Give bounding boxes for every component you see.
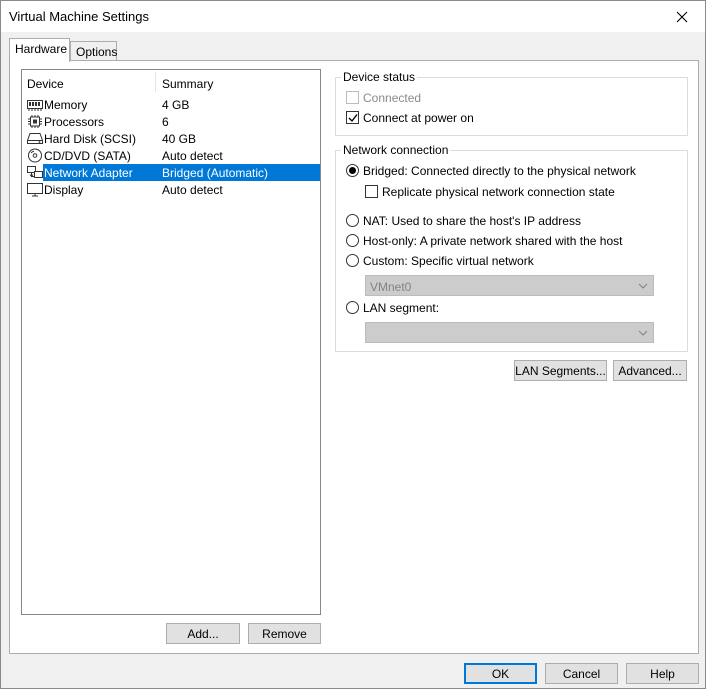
- replicate-checkbox[interactable]: [365, 185, 378, 198]
- device-summary: Auto detect: [162, 183, 223, 197]
- device-row-cd-dvd[interactable]: CD/DVD (SATA) Auto detect: [27, 147, 320, 164]
- device-summary: 4 GB: [162, 98, 190, 112]
- hard-disk-icon: [27, 133, 43, 144]
- cancel-button[interactable]: Cancel: [545, 663, 618, 684]
- title-bar: Virtual Machine Settings: [1, 1, 705, 32]
- connect-at-power-on-checkbox[interactable]: [346, 111, 359, 124]
- device-name: Display: [44, 183, 84, 197]
- device-name: Processors: [44, 115, 105, 129]
- lan-segment-label: LAN segment:: [363, 301, 440, 315]
- radio-selected-dot: [349, 167, 356, 174]
- device-summary: 6: [162, 115, 169, 129]
- network-connection-legend: Network connection: [341, 143, 451, 157]
- lan-segment-select[interactable]: [365, 322, 654, 343]
- device-name: CD/DVD (SATA): [44, 149, 131, 163]
- lan-segments-button[interactable]: LAN Segments...: [514, 360, 607, 381]
- tab-hardware-label: Hardware: [15, 42, 68, 56]
- device-name: Network Adapter: [44, 166, 133, 180]
- checkmark-icon: [348, 114, 358, 123]
- help-button[interactable]: Help: [626, 663, 699, 684]
- device-name: Memory: [44, 98, 88, 112]
- processor-icon: [28, 115, 42, 128]
- host-only-label: Host-only: A private network shared with…: [363, 234, 623, 248]
- column-header-device[interactable]: Device: [27, 77, 64, 91]
- device-row-network-adapter[interactable]: Network Adapter Bridged (Automatic): [27, 164, 320, 181]
- replicate-label: Replicate physical network connection st…: [382, 185, 615, 199]
- add-device-button[interactable]: Add...: [166, 623, 240, 644]
- bridged-radio[interactable]: [346, 164, 359, 177]
- remove-device-button[interactable]: Remove: [248, 623, 321, 644]
- connected-checkbox[interactable]: [346, 91, 359, 104]
- device-status-legend: Device status: [341, 70, 418, 84]
- tab-options[interactable]: Options: [70, 41, 117, 62]
- host-only-radio[interactable]: [346, 234, 359, 247]
- nat-radio[interactable]: [346, 214, 359, 227]
- cd-dvd-icon: [28, 148, 42, 163]
- close-button[interactable]: [659, 1, 705, 32]
- custom-network-value: VMnet0: [370, 280, 412, 294]
- close-icon: [676, 11, 688, 22]
- device-row-hard-disk[interactable]: Hard Disk (SCSI) 40 GB: [27, 130, 320, 147]
- memory-icon: [27, 100, 43, 111]
- connect-at-power-on-label: Connect at power on: [363, 111, 474, 125]
- bridged-label: Bridged: Connected directly to the physi…: [363, 164, 636, 178]
- device-summary: Auto detect: [162, 149, 223, 163]
- custom-network-select[interactable]: VMnet0: [365, 275, 654, 296]
- network-connection-group: Network connection Bridged: Connected di…: [335, 143, 688, 352]
- lan-segment-radio[interactable]: [346, 301, 359, 314]
- ok-button[interactable]: OK: [464, 663, 537, 684]
- network-adapter-icon: [27, 166, 43, 178]
- window-title: Virtual Machine Settings: [9, 9, 149, 24]
- tab-hardware[interactable]: Hardware: [9, 38, 70, 62]
- column-header-summary[interactable]: Summary: [162, 77, 213, 91]
- device-row-display[interactable]: Display Auto detect: [27, 181, 320, 198]
- device-summary: Bridged (Automatic): [162, 166, 269, 180]
- custom-radio[interactable]: [346, 254, 359, 267]
- device-status-group: Device status Connected Connect at power…: [335, 70, 688, 136]
- device-name: Hard Disk (SCSI): [44, 132, 137, 146]
- device-row-memory[interactable]: Memory 4 GB: [27, 96, 320, 113]
- device-list[interactable]: Device Summary Memory 4 GB Processors 6 …: [21, 69, 321, 615]
- custom-label: Custom: Specific virtual network: [363, 254, 534, 268]
- display-icon: [27, 183, 43, 197]
- nat-label: NAT: Used to share the host's IP address: [363, 214, 581, 228]
- connected-label: Connected: [363, 91, 422, 105]
- chevron-down-icon: [638, 330, 648, 336]
- virtual-machine-settings-dialog: Virtual Machine Settings Hardware Option…: [0, 0, 706, 689]
- advanced-button[interactable]: Advanced...: [613, 360, 687, 381]
- column-separator[interactable]: [155, 72, 156, 92]
- chevron-down-icon: [638, 283, 648, 289]
- device-row-processors[interactable]: Processors 6: [27, 113, 320, 130]
- hardware-tab-panel: Device Summary Memory 4 GB Processors 6 …: [9, 60, 699, 654]
- tab-options-label: Options: [76, 45, 118, 59]
- device-summary: 40 GB: [162, 132, 197, 146]
- device-list-header: Device Summary: [22, 70, 320, 94]
